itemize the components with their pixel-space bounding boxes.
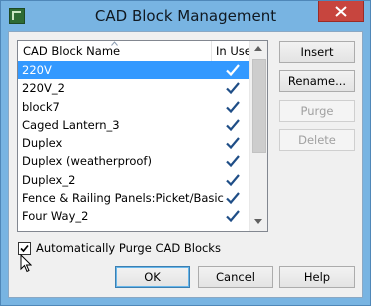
- checkmark-icon: [226, 100, 240, 113]
- checkmark-icon: [226, 64, 240, 77]
- checkmark-icon: [226, 119, 240, 132]
- scroll-up-button[interactable]: [250, 41, 267, 58]
- block-name: Duplex (weatherproof): [22, 154, 152, 169]
- block-name: Four Way_2: [22, 209, 89, 224]
- column-header-name[interactable]: CAD Block Name: [18, 41, 212, 61]
- title-bar[interactable]: CAD Block Management: [1, 1, 370, 31]
- list-rows: 220V 220V_2 block7 Caged Lantern_3 Duple…: [18, 61, 252, 226]
- cad-block-list[interactable]: CAD Block Name In Use 220V 220V_2 block7…: [17, 40, 268, 232]
- list-item[interactable]: Duplex_2: [18, 171, 252, 189]
- block-name: 220V: [22, 63, 52, 77]
- block-name: block7: [22, 99, 60, 114]
- auto-purge-label: Automatically Purge CAD Blocks: [36, 241, 221, 255]
- checkmark-icon: [226, 82, 240, 95]
- checkmark-icon: [226, 192, 240, 205]
- list-header: CAD Block Name In Use: [18, 41, 252, 62]
- close-button[interactable]: [318, 1, 364, 22]
- checkbox-check-icon: [20, 244, 29, 253]
- dialog-window: CAD Block Management CAD Block Name In U…: [0, 0, 371, 306]
- close-icon: [335, 6, 347, 17]
- list-item[interactable]: 220V: [18, 61, 252, 80]
- list-item[interactable]: Four Way_2: [18, 207, 252, 225]
- list-item[interactable]: Duplex (weatherproof): [18, 152, 252, 170]
- block-name: 220V_2: [22, 81, 65, 96]
- block-name: Duplex_2: [22, 172, 76, 187]
- window-title: CAD Block Management: [94, 7, 277, 25]
- checkmark-icon: [226, 155, 240, 168]
- mouse-cursor-icon: [20, 254, 32, 273]
- list-item[interactable]: 220V_2: [18, 79, 252, 97]
- checkmark-icon: [226, 137, 240, 150]
- block-name: Duplex: [22, 136, 63, 151]
- rename-button[interactable]: Rename...: [279, 70, 355, 92]
- ok-button[interactable]: OK: [115, 266, 190, 288]
- column-header-name-label: CAD Block Name: [23, 44, 121, 58]
- purge-button[interactable]: Purge: [279, 100, 355, 122]
- dialog-body: CAD Block Name In Use 220V 220V_2 block7…: [8, 31, 363, 298]
- block-name: Fence & Railing Panels:Picket/Basic: [22, 191, 224, 206]
- delete-button[interactable]: Delete: [279, 129, 355, 151]
- sort-ascending-icon: [111, 41, 118, 46]
- list-item[interactable]: Duplex: [18, 134, 252, 152]
- block-name: Caged Lantern_3: [22, 117, 120, 132]
- checkmark-icon: [226, 210, 240, 223]
- checkmark-icon: [226, 174, 240, 186]
- scroll-up-arrow-icon: [254, 46, 262, 51]
- list-item[interactable]: Fence & Railing Panels:Picket/Basic: [18, 189, 252, 207]
- column-header-in-use-label: In Use: [216, 44, 252, 58]
- insert-button[interactable]: Insert: [279, 41, 355, 63]
- help-button[interactable]: Help: [279, 266, 355, 288]
- scroll-down-button[interactable]: [250, 214, 267, 231]
- scroll-down-arrow-icon: [254, 219, 262, 224]
- cancel-button[interactable]: Cancel: [198, 266, 273, 288]
- list-item[interactable]: block7: [18, 98, 252, 116]
- vertical-scrollbar[interactable]: [249, 41, 267, 231]
- column-header-in-use[interactable]: In Use: [212, 41, 252, 61]
- scrollbar-thumb[interactable]: [252, 59, 266, 153]
- list-item[interactable]: Caged Lantern_3: [18, 116, 252, 134]
